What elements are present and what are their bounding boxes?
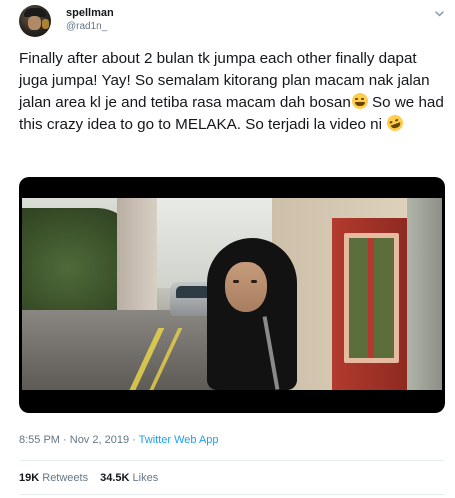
- avatar[interactable]: [19, 5, 51, 37]
- likes-stat[interactable]: 34.5K Likes: [100, 472, 158, 484]
- tweet-meta: 8:55 PM · Nov 2, 2019 · Twitter Web App: [19, 434, 219, 446]
- video-red-door: [332, 218, 407, 390]
- tweet-date[interactable]: Nov 2, 2019: [70, 434, 129, 446]
- tweet: spellman @rad1n_ Finally after about 2 b…: [0, 0, 455, 498]
- retweets-label: Retweets: [42, 472, 89, 484]
- video-player[interactable]: [19, 177, 445, 413]
- retweets-count: 19K: [19, 472, 40, 484]
- face-with-tears-of-joy-icon: [351, 93, 368, 109]
- meta-separator: ·: [59, 434, 70, 446]
- avatar-detail: [42, 19, 49, 29]
- author-handle[interactable]: @rad1n_: [66, 21, 107, 32]
- tweet-stats: 19K Retweets 34.5K Likes: [19, 472, 158, 484]
- video-person: [197, 238, 317, 390]
- tweet-source-app[interactable]: Twitter Web App: [139, 434, 219, 446]
- chevron-down-icon[interactable]: [434, 8, 445, 19]
- video-frame: [22, 198, 442, 390]
- video-wall: [407, 198, 442, 390]
- likes-label: Likes: [132, 472, 159, 484]
- meta-separator: ·: [129, 434, 139, 446]
- tweet-text: Finally after about 2 bulan tk jumpa eac…: [19, 48, 449, 136]
- rolling-on-the-floor-laughing-icon: [384, 112, 406, 134]
- avatar-face: [28, 16, 41, 30]
- tweet-time[interactable]: 8:55 PM: [19, 434, 60, 446]
- divider: [19, 460, 445, 461]
- likes-count: 34.5K: [100, 472, 130, 484]
- retweets-stat[interactable]: 19K Retweets: [19, 472, 88, 484]
- author-name[interactable]: spellman: [66, 7, 114, 19]
- divider: [19, 494, 445, 495]
